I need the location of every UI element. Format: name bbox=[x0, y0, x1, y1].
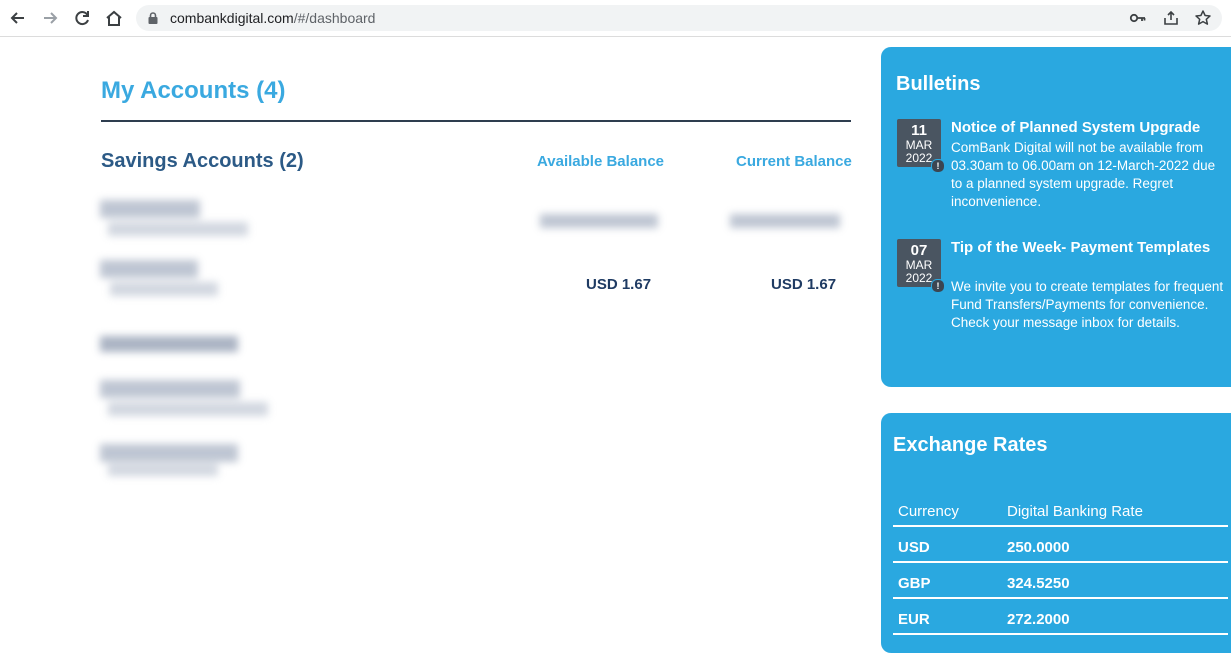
url-text[interactable]: combankdigital.com/#/dashboard bbox=[170, 10, 375, 26]
info-icon: ! bbox=[931, 159, 945, 173]
bulletin-date: 07 MAR 2022 ! bbox=[897, 239, 945, 293]
bulletins-title: Bulletins bbox=[896, 73, 981, 95]
back-icon[interactable] bbox=[8, 8, 28, 28]
bulletin-text: ComBank Digital will not be available fr… bbox=[951, 140, 1216, 209]
rate-currency: GBP bbox=[898, 575, 931, 592]
rates-divider bbox=[893, 633, 1228, 635]
url-host: combankdigital.com bbox=[170, 10, 294, 26]
rate-value: 324.5250 bbox=[1007, 575, 1070, 592]
date-day: 11 bbox=[911, 122, 927, 139]
account-row-redacted[interactable] bbox=[100, 330, 240, 358]
savings-accounts-heading: Savings Accounts (2) bbox=[101, 150, 304, 172]
exchange-rates-panel: Exchange Rates Currency Digital Banking … bbox=[881, 413, 1231, 653]
rates-divider bbox=[893, 597, 1228, 599]
bookmark-star-icon[interactable] bbox=[1194, 9, 1212, 27]
available-balance-value: USD 1.67 bbox=[586, 276, 652, 293]
rate-column-header: Digital Banking Rate bbox=[1007, 503, 1143, 520]
bulletins-panel: Bulletins 11 MAR 2022 ! Notice of Planne… bbox=[881, 47, 1231, 387]
exchange-rates-title: Exchange Rates bbox=[893, 434, 1048, 456]
info-icon: ! bbox=[931, 279, 945, 293]
account-row-redacted[interactable] bbox=[100, 380, 270, 420]
rate-value: 272.2000 bbox=[1007, 611, 1070, 628]
bulletin-text: We invite you to create templates for fr… bbox=[951, 279, 1224, 330]
forward-icon[interactable] bbox=[40, 8, 60, 28]
account-row-redacted[interactable] bbox=[100, 440, 240, 480]
address-bar[interactable]: combankdigital.com/#/dashboard bbox=[136, 5, 1222, 31]
rates-divider bbox=[893, 525, 1228, 527]
current-balance-value: USD 1.67 bbox=[771, 276, 837, 293]
rate-currency: USD bbox=[898, 539, 930, 556]
account-name-redacted[interactable] bbox=[100, 260, 220, 300]
available-balance-header: Available Balance bbox=[537, 153, 665, 170]
rate-currency: EUR bbox=[898, 611, 930, 628]
date-day: 07 bbox=[910, 242, 928, 259]
current-balance-header: Current Balance bbox=[736, 153, 852, 170]
bulletin-title[interactable]: Notice of Planned System Upgrade bbox=[951, 119, 1226, 137]
rates-divider bbox=[893, 561, 1228, 563]
url-path: /#/dashboard bbox=[293, 10, 376, 26]
bulletin-date: 11 MAR 2022 ! bbox=[897, 119, 945, 173]
available-balance-redacted bbox=[540, 212, 660, 232]
home-icon[interactable] bbox=[104, 8, 124, 28]
browser-toolbar: combankdigital.com/#/dashboard bbox=[0, 0, 1231, 37]
current-balance-redacted bbox=[730, 212, 842, 232]
key-icon[interactable] bbox=[1129, 9, 1147, 27]
rate-value: 250.0000 bbox=[1007, 539, 1070, 556]
lock-icon[interactable] bbox=[146, 11, 160, 25]
currency-column-header: Currency bbox=[898, 503, 959, 520]
account-name-redacted[interactable] bbox=[100, 200, 250, 240]
page-title: My Accounts (4) bbox=[101, 77, 286, 104]
reload-icon[interactable] bbox=[72, 8, 92, 28]
title-divider bbox=[101, 120, 851, 122]
share-icon[interactable] bbox=[1162, 9, 1180, 27]
bulletin-title[interactable]: Tip of the Week- Payment Templates bbox=[951, 239, 1226, 257]
